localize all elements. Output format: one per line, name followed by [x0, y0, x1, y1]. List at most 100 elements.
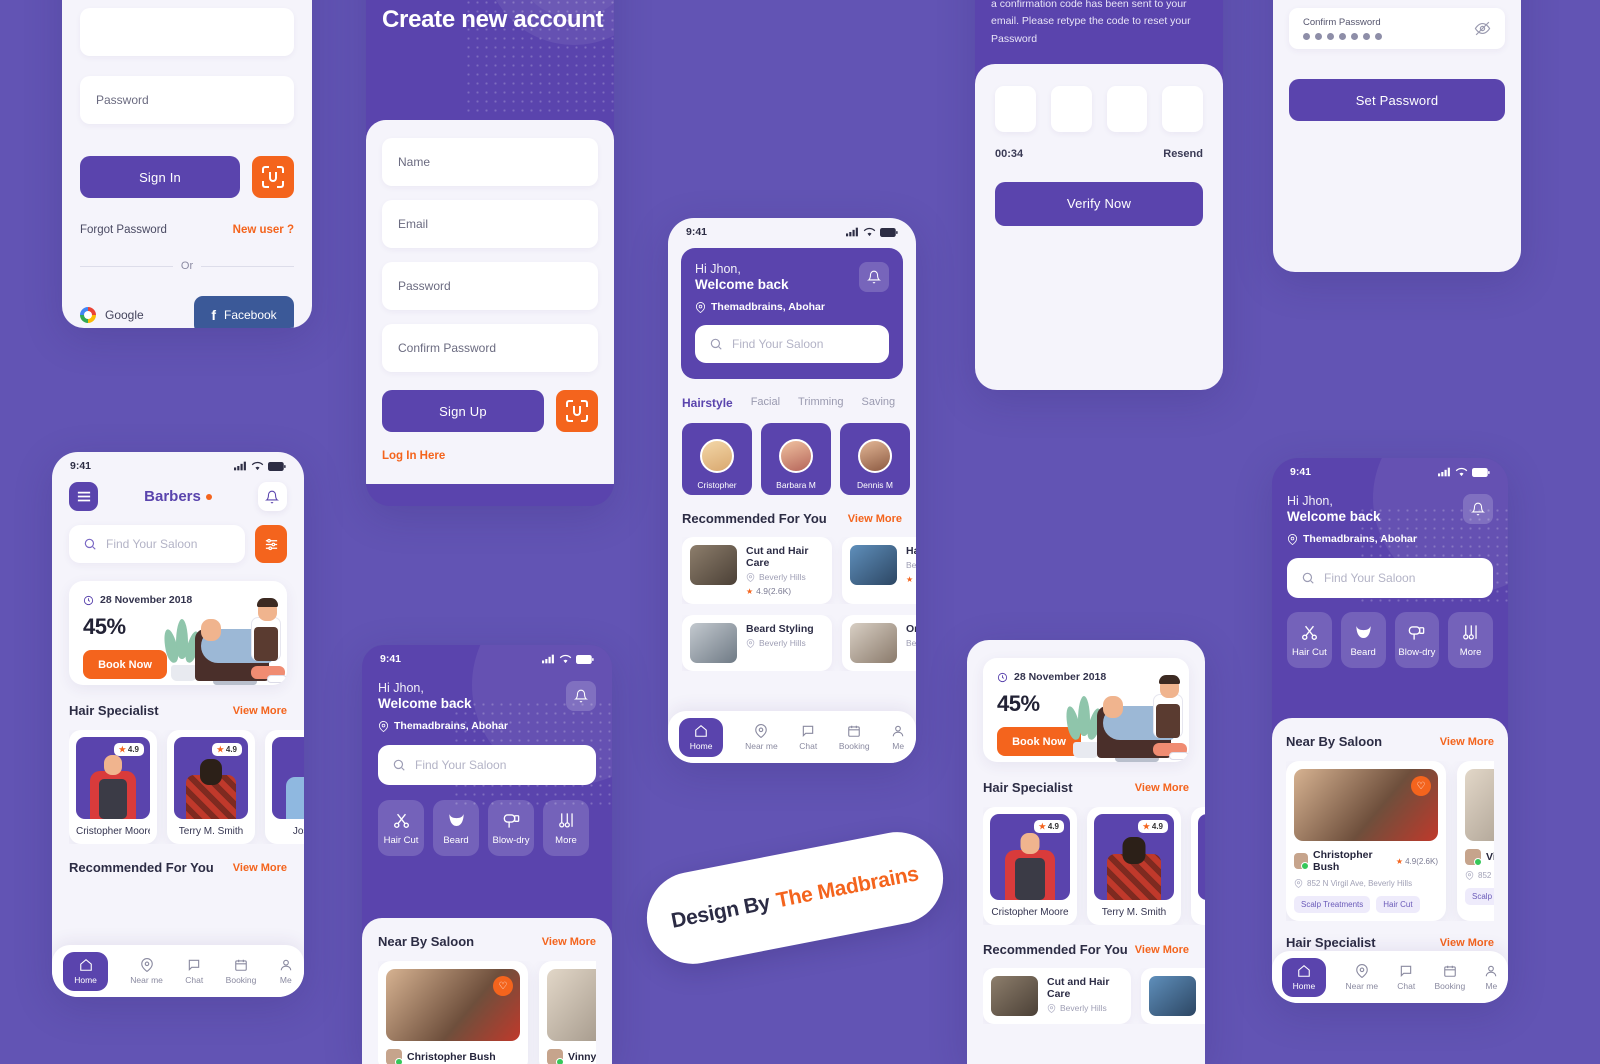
tab-facial[interactable]: Facial	[751, 396, 780, 410]
specialist-card[interactable]: ★ 4.9 Terry M. Smith	[167, 730, 255, 844]
face-id-button[interactable]	[252, 156, 294, 198]
notification-button[interactable]	[859, 262, 889, 292]
search-input[interactable]: Find Your Saloon	[1287, 558, 1493, 598]
otp-digit-3[interactable]	[1106, 85, 1148, 132]
recommended-card[interactable]: Beard Styling Beverly Hills	[682, 615, 832, 671]
filter-button[interactable]	[255, 525, 287, 563]
search-input[interactable]: Find Your Saloon	[69, 525, 245, 563]
email-field[interactable]	[80, 8, 294, 56]
favorite-button[interactable]: ♡	[1411, 776, 1431, 796]
nav-chat[interactable]: Chat	[185, 958, 203, 985]
nav-me[interactable]: Me	[891, 724, 905, 751]
nav-home[interactable]: Home	[678, 717, 724, 757]
nav-chat[interactable]: Chat	[799, 724, 817, 751]
location-pin-icon	[140, 957, 153, 972]
notification-button[interactable]	[566, 681, 596, 711]
search-input[interactable]: Find Your Saloon	[378, 745, 596, 785]
tag-chip[interactable]: Scalp Treatments	[1294, 896, 1371, 913]
set-password-button[interactable]: Set Password	[1289, 79, 1505, 121]
nav-near-me[interactable]: Near me	[130, 957, 163, 985]
nav-home[interactable]: Home	[1281, 957, 1327, 997]
otp-digit-2[interactable]	[1050, 85, 1092, 132]
confirm-password-field[interactable]: Confirm Password	[382, 324, 598, 372]
near-by-card[interactable]: Vinny's	[539, 961, 596, 1064]
category-more[interactable]: More	[1448, 612, 1493, 668]
divider-line-right	[201, 265, 295, 267]
tab-trimming[interactable]: Trimming	[798, 396, 843, 410]
recommended-card[interactable]: Cut and Hair Care Beverly Hills ★ 4.9(2.…	[682, 537, 832, 604]
facebook-sign-in-button[interactable]: f Facebook	[194, 296, 294, 328]
recommended-view-more[interactable]: View More	[233, 862, 287, 874]
specialist-card[interactable]: ★ 4.9 Terry M. Smith	[1087, 807, 1181, 925]
tab-saving[interactable]: Saving	[861, 396, 895, 410]
recommended-card[interactable]: Hair Color	[1141, 968, 1205, 1024]
specialist-card[interactable]: Joseph	[1191, 807, 1205, 925]
nav-me[interactable]: Me	[1484, 964, 1498, 991]
category-more[interactable]: More	[543, 800, 589, 856]
nav-chat[interactable]: Chat	[1397, 964, 1415, 991]
sign-up-button[interactable]: Sign Up	[382, 390, 544, 432]
otp-digit-1[interactable]	[995, 85, 1036, 132]
nav-near-me[interactable]: Near me	[745, 723, 778, 751]
category-blow-dry[interactable]: Blow-dry	[1394, 612, 1440, 668]
near-by-card[interactable]: Vinny's 852 N Virgil Ave, Beverly Hills …	[1457, 761, 1494, 921]
password-field[interactable]: Password	[382, 262, 598, 310]
near-by-view-more[interactable]: View More	[1440, 736, 1494, 748]
category-hair-cut[interactable]: Hair Cut	[1287, 612, 1332, 668]
face-id-button[interactable]	[556, 390, 598, 432]
otp-digit-4[interactable]	[1162, 85, 1203, 132]
promo-card[interactable]: 28 November 2018 45% Book Now	[983, 658, 1189, 762]
resend-link[interactable]: Resend	[1163, 148, 1203, 160]
tag-chip[interactable]: Hair Cut	[1376, 896, 1420, 913]
nav-label: Me	[1485, 980, 1498, 991]
book-now-button[interactable]: Book Now	[83, 650, 167, 679]
specialist-card[interactable]: ★ 4.9 Cristopher Moore	[69, 730, 157, 844]
near-by-card[interactable]: ♡ Christopher Bush ★ 4.9(2.6K) 852 N Vir…	[1286, 761, 1446, 921]
confirm-password-field[interactable]: Confirm Password	[1289, 8, 1505, 49]
near-by-view-more[interactable]: View More	[542, 936, 596, 948]
nav-home[interactable]: Home	[63, 951, 108, 991]
specialist-view-more[interactable]: View More	[1135, 782, 1189, 794]
password-field[interactable]: Password	[80, 76, 294, 124]
nav-me[interactable]: Me	[279, 958, 293, 985]
promo-card[interactable]: 28 November 2018 45% Book Now	[69, 581, 287, 685]
google-sign-in-button[interactable]: Google	[80, 307, 144, 323]
search-input[interactable]: Find Your Saloon	[695, 325, 889, 363]
location-row: Themadbrains, Abohar	[695, 301, 889, 313]
recommended-view-more[interactable]: View More	[1135, 944, 1189, 956]
recommended-card[interactable]: Cut and Hair Care Beverly Hills	[983, 968, 1131, 1024]
recommended-view-more[interactable]: View More	[848, 513, 902, 525]
forgot-password-link[interactable]: Forgot Password	[80, 224, 167, 236]
recommended-card[interactable]: Organic Care Beverly Hills	[842, 615, 916, 671]
email-field[interactable]: Email	[382, 200, 598, 248]
specialist-view-more[interactable]: View More	[1440, 937, 1494, 949]
specialist-card[interactable]: Joseph	[265, 730, 304, 844]
style-card[interactable]: Barbara M	[761, 423, 831, 495]
favorite-button[interactable]: ♡	[493, 976, 513, 996]
verify-now-button[interactable]: Verify Now	[995, 181, 1203, 226]
menu-button[interactable]	[69, 482, 98, 511]
tag-chip[interactable]: Scalp Treatments	[1465, 888, 1494, 905]
category-hair-cut[interactable]: Hair Cut	[378, 800, 424, 856]
notification-button[interactable]	[257, 482, 287, 511]
recommended-card[interactable]: Hair Color Beverly Hills ★ 4.9(2.6K)	[842, 537, 916, 604]
tab-hairstyle[interactable]: Hairstyle	[682, 396, 733, 410]
name-field[interactable]: Name	[382, 138, 598, 186]
nav-booking[interactable]: Booking	[226, 958, 256, 985]
style-card[interactable]: Cristopher	[682, 423, 752, 495]
eye-off-icon[interactable]	[1474, 20, 1491, 37]
nav-near-me[interactable]: Near me	[1345, 963, 1378, 991]
category-blow-dry[interactable]: Blow-dry	[488, 800, 534, 856]
near-by-card[interactable]: ♡ Christopher Bush	[378, 961, 528, 1064]
category-beard[interactable]: Beard	[1340, 612, 1386, 668]
specialist-view-more[interactable]: View More	[233, 705, 287, 717]
nav-booking[interactable]: Booking	[1434, 964, 1465, 991]
specialist-card[interactable]: ★ 4.9 Cristopher Moore	[983, 807, 1077, 925]
style-card[interactable]: Dennis M	[840, 423, 910, 495]
category-beard[interactable]: Beard	[433, 800, 479, 856]
sign-in-button[interactable]: Sign In	[80, 156, 240, 198]
new-user-link[interactable]: New user ?	[233, 224, 294, 236]
notification-button[interactable]	[1463, 494, 1493, 524]
nav-booking[interactable]: Booking	[839, 724, 870, 751]
log-in-here-link[interactable]: Log In Here	[382, 450, 598, 462]
